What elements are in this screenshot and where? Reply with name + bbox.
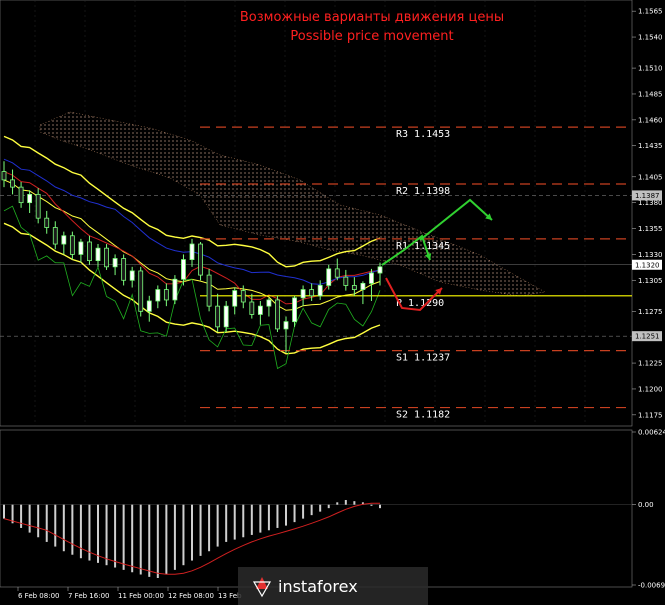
candle-down xyxy=(44,217,50,228)
candle-down xyxy=(309,289,315,297)
candle-up xyxy=(146,300,152,312)
candle-up xyxy=(317,285,323,297)
candle-down xyxy=(163,289,169,301)
x-tick-label: 12 Feb 08:00 xyxy=(168,592,214,600)
candle-up xyxy=(61,235,67,245)
candle-down xyxy=(215,305,221,328)
y-tick-label: 1.1460 xyxy=(638,116,663,124)
y-tick-label: 1.1275 xyxy=(638,308,663,316)
macd-tick-label: 0.00624 xyxy=(638,429,665,437)
x-tick-label: 11 Feb 00:00 xyxy=(118,592,164,600)
candle-up xyxy=(292,297,297,323)
price-highlight-label: 1.1387 xyxy=(635,192,660,200)
candle-down xyxy=(1,171,7,181)
candle-up xyxy=(360,282,366,290)
y-tick-label: 1.1565 xyxy=(638,8,663,16)
candle-down xyxy=(275,299,280,330)
y-tick-label: 1.1305 xyxy=(638,277,663,285)
watermark-text: instaforex xyxy=(278,577,358,596)
candle-up xyxy=(95,247,101,262)
candle-up xyxy=(377,266,383,274)
candle-down xyxy=(35,193,41,219)
candle-up xyxy=(27,193,33,204)
candle-down xyxy=(249,301,255,315)
candle-up xyxy=(223,305,229,328)
candle-up xyxy=(78,241,84,255)
candle-down xyxy=(121,258,127,281)
x-tick-label: 7 Feb 16:00 xyxy=(68,592,109,600)
candle-up xyxy=(283,321,289,330)
candle-down xyxy=(104,247,109,268)
y-tick-label: 1.1540 xyxy=(638,34,663,42)
candle-up xyxy=(300,289,306,299)
time-axis: 6 Feb 08:00 7 Feb 16:00 11 Feb 00:00 12 Feb… xyxy=(17,587,242,600)
candle-up xyxy=(181,259,186,280)
y-tick-label: 1.1225 xyxy=(638,360,663,368)
candle-up xyxy=(112,258,118,268)
candle-down xyxy=(334,268,340,278)
candle-down xyxy=(18,186,24,204)
y-tick-label: 1.1510 xyxy=(638,65,663,73)
chart-title-ru: Возможные варианты движения цены xyxy=(240,10,504,25)
macd-tick-label: -0.0069 xyxy=(638,582,665,590)
candle-down xyxy=(198,243,203,276)
chart-title-en: Possible price movement xyxy=(290,29,453,44)
candle-up xyxy=(129,270,135,281)
level-label-r3: R3 1.1453 xyxy=(396,129,450,140)
candle-up xyxy=(266,299,272,307)
candle-up xyxy=(257,305,263,315)
y-tick-label: 1.1175 xyxy=(638,411,663,419)
macd-tick-label: 0.00 xyxy=(638,501,654,509)
price-highlight-label: 1.1251 xyxy=(635,333,660,341)
candle-down xyxy=(87,241,92,262)
y-tick-label: 1.1330 xyxy=(638,251,663,259)
candle-down xyxy=(138,270,144,312)
candle-down xyxy=(240,290,246,303)
chart-stage: R3 1.1453 R2 1.1398 R1 1.1345 P 1.1290 S1 1.… xyxy=(0,0,665,605)
level-label-s1: S1 1.1237 xyxy=(396,353,450,364)
y-tick-label: 1.1200 xyxy=(638,385,663,393)
candle-down xyxy=(10,179,15,188)
level-label-r2: R2 1.1398 xyxy=(396,186,450,197)
x-tick-label: 6 Feb 08:00 xyxy=(18,592,59,600)
candle-down xyxy=(69,235,75,255)
candle-down xyxy=(343,276,349,286)
y-tick-label: 1.1435 xyxy=(638,142,663,150)
macd-panel-frame xyxy=(0,429,633,588)
price-chart: R3 1.1453R2 1.1398R1 1.1345P 1.1290S1 1.… xyxy=(0,0,665,605)
candle-up xyxy=(155,289,161,302)
level-label-s2: S2 1.1182 xyxy=(396,410,450,421)
candle-up xyxy=(189,243,195,260)
candle-up xyxy=(326,268,332,286)
candle-up xyxy=(172,278,178,301)
price-highlight-label: 1.1320 xyxy=(635,261,660,269)
candle-down xyxy=(206,274,212,307)
candle-down xyxy=(52,227,58,245)
watermark: instaforex xyxy=(238,567,428,605)
y-tick-label: 1.1355 xyxy=(638,225,663,233)
price-axis: 1.1565 1.1540 1.1510 1.1485 1.1460 1.1435 1.14… xyxy=(632,8,663,419)
candle-up xyxy=(369,272,374,284)
candle-up xyxy=(232,290,238,307)
candle-down xyxy=(351,285,357,290)
y-tick-label: 1.1405 xyxy=(638,173,663,181)
y-tick-label: 1.1485 xyxy=(638,90,663,98)
